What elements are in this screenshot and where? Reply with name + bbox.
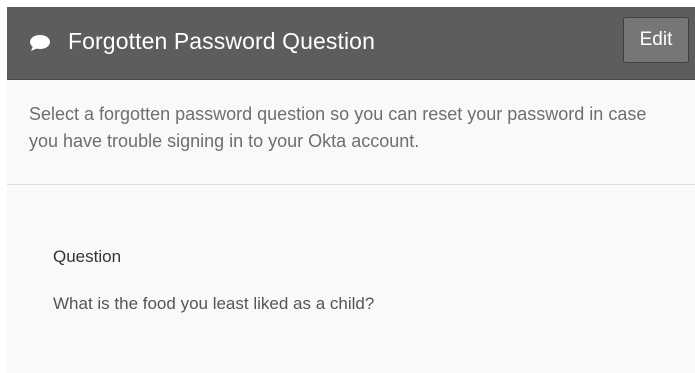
divider [7, 184, 695, 185]
edit-button[interactable]: Edit [623, 17, 689, 63]
question-value: What is the food you least liked as a ch… [53, 294, 375, 313]
panel-header: Forgotten Password Question Edit [7, 7, 695, 80]
forgotten-password-question-panel: Forgotten Password Question Edit Select … [7, 7, 695, 373]
panel-title: Forgotten Password Question [68, 28, 375, 54]
chat-bubble-icon [29, 34, 51, 52]
panel-description: Select a forgotten password question so … [29, 104, 647, 151]
question-label: Question [53, 247, 122, 266]
